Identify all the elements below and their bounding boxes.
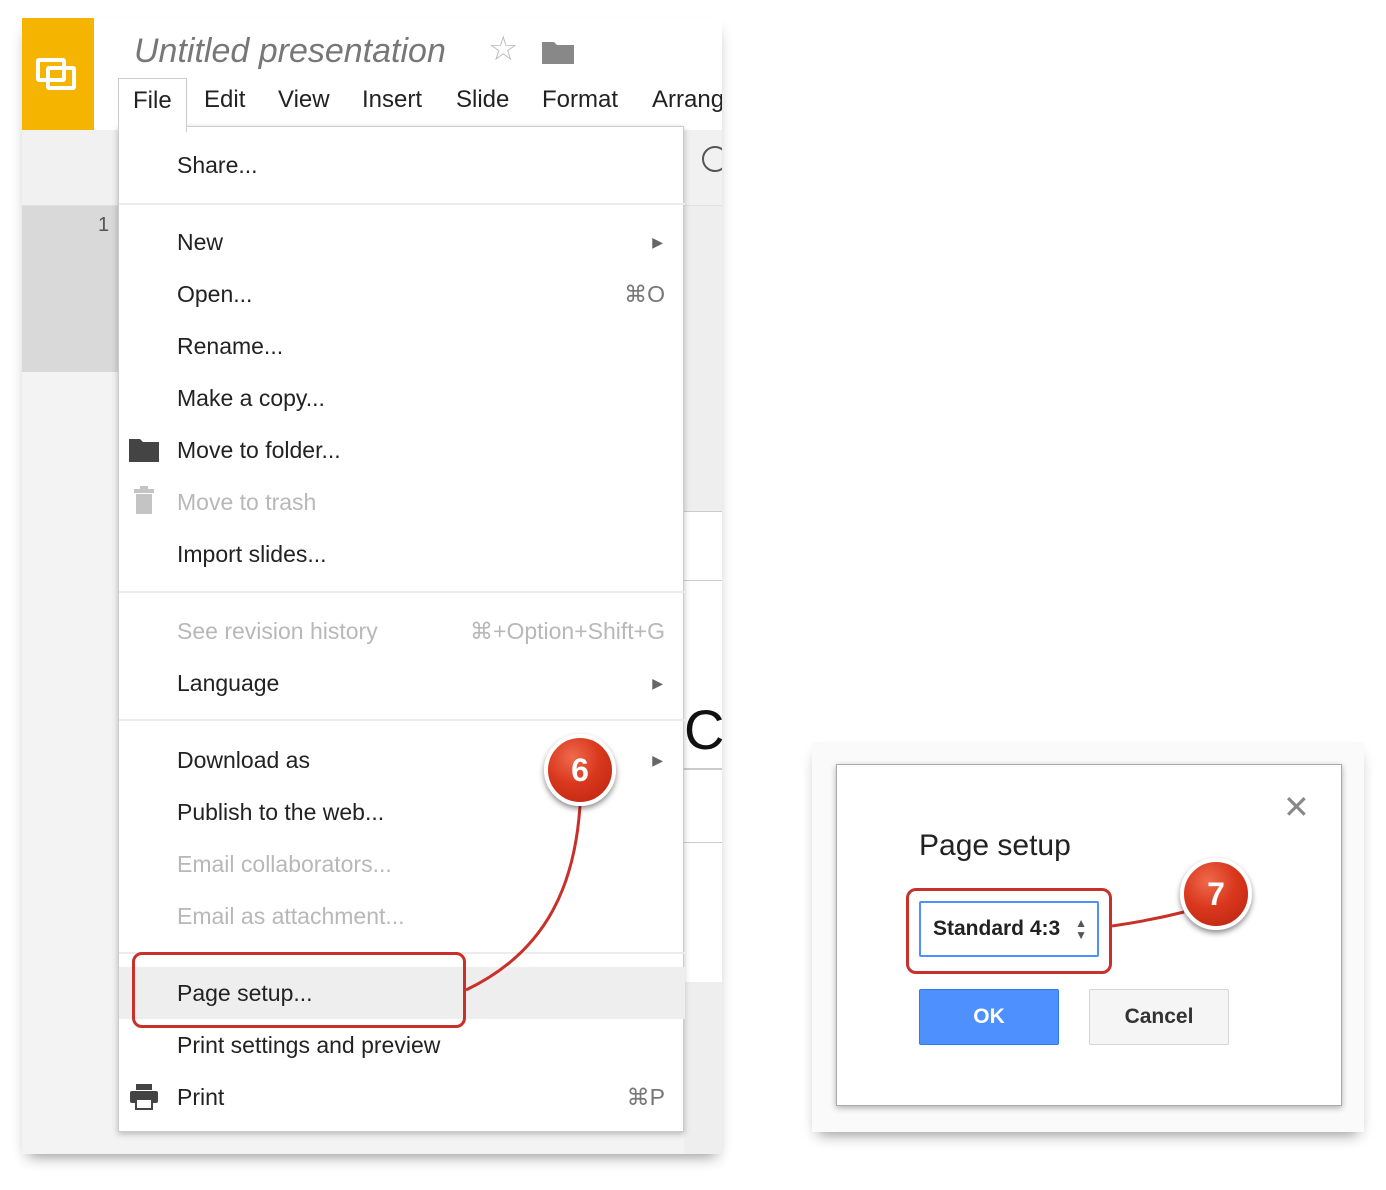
menu-item-email-attachment[interactable]: Email as attachment... — [119, 890, 685, 942]
menu-item-label: Move to folder... — [177, 437, 341, 463]
close-icon[interactable]: ✕ — [1283, 791, 1310, 823]
menu-item-print[interactable]: Print ⌘P — [119, 1071, 685, 1123]
menu-arrange[interactable]: Arrang — [652, 78, 722, 130]
menu-file[interactable]: File — [118, 78, 187, 132]
menu-item-import-slides[interactable]: Import slides... — [119, 528, 685, 580]
menu-separator — [119, 203, 685, 205]
page-setup-highlight — [132, 952, 466, 1028]
menu-format[interactable]: Format — [542, 78, 618, 130]
menu-item-label: Language — [177, 670, 280, 696]
slides-logo-icon[interactable] — [22, 18, 94, 130]
select-highlight — [906, 888, 1112, 974]
submenu-arrow-icon: ▶ — [652, 752, 663, 768]
menu-slide[interactable]: Slide — [456, 78, 509, 130]
slide-canvas[interactable]: C — [684, 206, 722, 1154]
menu-item-label: Open... — [177, 281, 253, 307]
menu-item-label: Print — [177, 1084, 225, 1110]
menu-item-label: Import slides... — [177, 541, 327, 567]
folder-icon[interactable] — [542, 40, 574, 64]
menu-item-email-collaborators[interactable]: Email collaborators... — [119, 838, 685, 890]
menu-item-label: Share... — [177, 152, 258, 178]
menu-item-label: Download as — [177, 747, 310, 773]
slide-number: 1 — [98, 214, 110, 236]
menu-item-label: Move to trash — [177, 489, 317, 515]
menu-view[interactable]: View — [278, 78, 330, 130]
cancel-button[interactable]: Cancel — [1089, 989, 1229, 1045]
shortcut-label: ⌘P — [626, 1084, 665, 1110]
menu-item-share[interactable]: Share... — [119, 139, 685, 191]
star-icon[interactable]: ☆ — [488, 32, 518, 66]
menu-edit[interactable]: Edit — [204, 78, 245, 130]
menu-item-label: Email collaborators... — [177, 851, 392, 877]
document-title[interactable]: Untitled presentation — [134, 32, 446, 71]
menu-separator — [119, 591, 685, 593]
menu-item-rename[interactable]: Rename... — [119, 320, 685, 372]
menu-item-label: Make a copy... — [177, 385, 325, 411]
menu-item-new[interactable]: New ▶ — [119, 216, 685, 268]
ok-button[interactable]: OK — [919, 989, 1059, 1045]
menu-item-label: Publish to the web... — [177, 799, 385, 825]
menu-item-label: Rename... — [177, 333, 284, 359]
menu-item-label: Email as attachment... — [177, 903, 405, 929]
canvas-text: C — [684, 698, 722, 761]
submenu-arrow-icon: ▶ — [652, 234, 663, 250]
menu-item-label: New — [177, 229, 224, 255]
title-bar: Untitled presentation ☆ File Edit View I… — [22, 18, 722, 132]
menu-item-revision-history[interactable]: See revision history ⌘+Option+Shift+G — [119, 605, 685, 657]
menu-separator — [119, 719, 685, 721]
menu-item-make-copy[interactable]: Make a copy... — [119, 372, 685, 424]
folder-icon — [129, 439, 159, 462]
shortcut-label: ⌘O — [624, 281, 665, 307]
menu-item-move-to-folder[interactable]: Move to folder... — [119, 424, 685, 476]
comment-icon[interactable] — [702, 146, 722, 172]
step-7-badge: 7 — [1180, 858, 1252, 930]
menu-item-language[interactable]: Language ▶ — [119, 657, 685, 709]
printer-icon — [130, 1084, 158, 1110]
step-6-badge: 6 — [544, 734, 616, 806]
trash-icon — [134, 486, 154, 514]
shortcut-label: ⌘+Option+Shift+G — [470, 618, 665, 644]
submenu-arrow-icon: ▶ — [652, 675, 663, 691]
dialog-title: Page setup — [919, 829, 1071, 862]
menu-item-label: See revision history — [177, 618, 378, 644]
menu-insert[interactable]: Insert — [362, 78, 422, 130]
menu-item-open[interactable]: Open... ⌘O — [119, 268, 685, 320]
menu-item-move-to-trash[interactable]: Move to trash — [119, 476, 685, 528]
